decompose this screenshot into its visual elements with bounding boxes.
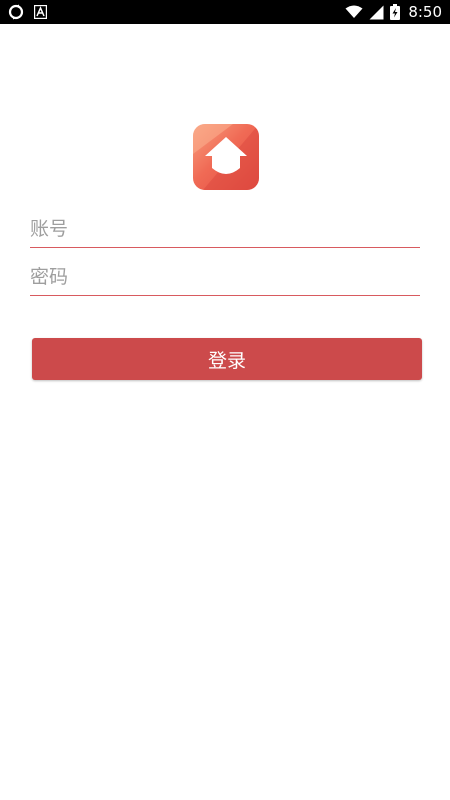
password-field	[30, 259, 420, 296]
house-logo-icon	[193, 124, 259, 190]
text-a-icon	[34, 5, 47, 19]
wifi-icon	[345, 5, 363, 19]
account-input[interactable]	[30, 211, 420, 247]
account-field	[30, 211, 420, 248]
sync-icon	[8, 4, 24, 20]
signal-icon	[369, 5, 384, 20]
status-bar-right: 8:50	[345, 3, 442, 21]
password-input[interactable]	[30, 259, 420, 295]
status-bar-left	[8, 4, 47, 20]
login-button[interactable]: 登录	[32, 338, 422, 380]
status-clock: 8:50	[408, 3, 442, 21]
battery-charging-icon	[390, 4, 401, 20]
status-bar: 8:50	[0, 0, 450, 24]
app-logo	[193, 124, 259, 190]
